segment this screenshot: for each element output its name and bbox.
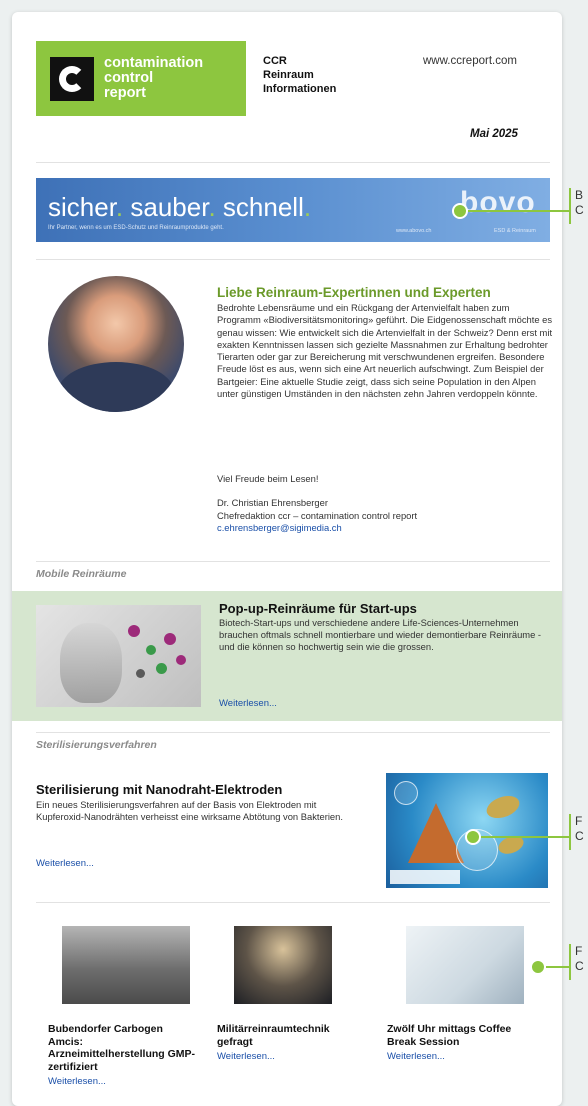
website-link[interactable]: www.ccreport.com [423, 55, 517, 67]
callout-label-grid: F C [575, 944, 584, 974]
ccr-line-3: Informationen [263, 83, 337, 95]
callout-bracket [569, 944, 571, 980]
editor-portrait [48, 276, 184, 412]
callout-connector [481, 836, 570, 838]
grid-link-military[interactable]: Weiterlesen... [217, 1051, 275, 1062]
callout-label-steril: F C [575, 814, 584, 844]
author-name: Dr. Christian Ehrensberger [217, 497, 328, 509]
grid-title-coffee[interactable]: Zwölf Uhr mittags Coffee Break Session [387, 1023, 537, 1048]
molecule-node [146, 645, 156, 655]
callout-line-1: B [575, 188, 584, 202]
ccr-logo[interactable]: contamination control report [36, 41, 246, 116]
grid-link-coffee[interactable]: Weiterlesen... [387, 1051, 445, 1062]
grid-image-military[interactable] [234, 926, 332, 1004]
feature-body: Biotech-Start-ups und verschiedene ander… [219, 617, 542, 652]
callout-connector [468, 210, 570, 212]
read-more-link[interactable]: Weiterlesen... [36, 858, 94, 869]
callout-bracket [569, 188, 571, 224]
divider [36, 162, 550, 163]
issue-date: Mai 2025 [470, 128, 518, 140]
banner-slogan: sicher. sauber. schnell. [48, 192, 311, 223]
bubble-shape [394, 781, 418, 805]
callout-line-2: C [575, 829, 584, 843]
grid-image-carbogen[interactable] [62, 926, 190, 1004]
molecule-node [164, 633, 176, 645]
banner-tagline: Ihr Partner, wenn es um ESD-Schutz und R… [48, 225, 224, 231]
molecule-node [136, 669, 145, 678]
intro-signature: Viel Freude beim Lesen! Dr. Christian Eh… [217, 473, 417, 534]
divider [36, 902, 550, 903]
callout-marker [530, 959, 546, 975]
callout-marker [465, 829, 481, 845]
slogan-dot-3: . [303, 192, 312, 222]
steril-body: Ein neues Sterilisierungsverfahren auf d… [36, 799, 343, 822]
section-label-steril: Sterilisierungsverfahren [36, 739, 157, 751]
callout-bracket [569, 814, 571, 850]
ccr-label: CCR Reinraum Informationen [263, 54, 336, 96]
grid-title-military[interactable]: Militärreinraumtechnik gefragt [217, 1023, 367, 1048]
face-illustration [60, 623, 122, 703]
callout-label-banner: B C [575, 188, 584, 218]
intro-body: Bedrohte Lebensräume und ein Rückgang de… [217, 302, 553, 400]
bacteria-shape [483, 791, 523, 823]
callout-line-2: C [575, 203, 584, 217]
ccr-logo-icon [50, 56, 94, 101]
divider [36, 259, 550, 260]
read-more-link[interactable]: Weiterlesen... [219, 698, 277, 709]
grid-image-coffee[interactable] [406, 926, 524, 1004]
callout-connector [546, 966, 570, 968]
callout-line-2: C [575, 959, 584, 973]
slogan-word-1: sicher [48, 192, 116, 222]
callout-marker [452, 203, 468, 219]
ccr-line-1: CCR [263, 55, 287, 67]
grid-link-carbogen[interactable]: Weiterlesen... [48, 1076, 106, 1087]
bovo-subline: ESD & Reinraum [494, 228, 536, 234]
divider [36, 732, 550, 733]
logo-text: contamination control report [104, 56, 203, 101]
logo-line-1: contamination [104, 55, 204, 71]
closing-text: Viel Freude beim Lesen! [217, 473, 319, 484]
callout-line-1: F [575, 814, 583, 828]
slogan-dot-1: . [115, 192, 131, 222]
banner-url: www.abovo.ch [396, 228, 432, 234]
grid-title-carbogen[interactable]: Bubendorfer Carbogen Amcis: Arzneimittel… [48, 1023, 198, 1073]
molecule-node [128, 625, 140, 637]
slogan-word-3: schnell [222, 192, 304, 222]
logo-line-2: control [104, 70, 154, 86]
author-role: Chefredaktion ccr – contamination contro… [217, 509, 418, 521]
intro-title: Liebe Reinraum-Expertinnen und Experten [217, 285, 491, 300]
feature-image[interactable] [36, 605, 201, 707]
feature-popup-cleanrooms: Pop-up-Reinräume für Start-ups Biotech-S… [12, 591, 562, 721]
image-legend [390, 870, 460, 884]
slogan-dot-2: . [208, 192, 223, 222]
bovo-logo: bovo [460, 186, 536, 219]
molecule-node [176, 655, 186, 665]
feature-title[interactable]: Pop-up-Reinräume für Start-ups [219, 601, 417, 616]
logo-line-3: report [104, 85, 146, 101]
slogan-word-2: sauber [130, 192, 209, 222]
ccr-line-2: Reinraum [263, 69, 314, 81]
callout-line-1: F [575, 944, 583, 958]
section-label-mobile: Mobile Reinräume [36, 568, 127, 580]
molecule-node [156, 663, 167, 674]
divider [36, 561, 550, 562]
author-email-link[interactable]: c.ehrensberger@sigimedia.ch [217, 522, 417, 534]
steril-title[interactable]: Sterilisierung mit Nanodraht-Elektroden [36, 782, 282, 797]
